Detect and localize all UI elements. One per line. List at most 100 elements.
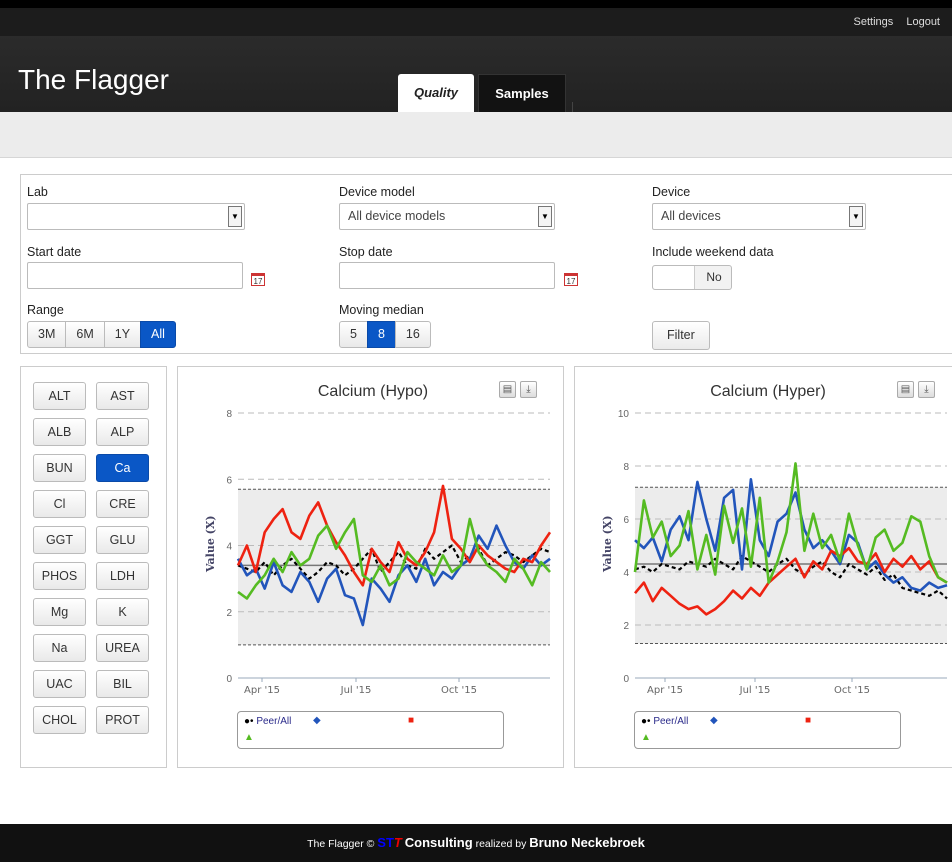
- filter-button[interactable]: Filter: [652, 321, 710, 350]
- download-icon[interactable]: ⤓: [520, 381, 537, 398]
- device-model-select[interactable]: All device models ▼: [339, 203, 555, 230]
- lab-select[interactable]: ▼: [27, 203, 245, 230]
- tab-quality[interactable]: Quality: [398, 74, 474, 112]
- analyte-button-ldh[interactable]: LDH: [96, 562, 149, 590]
- analyte-button-mg[interactable]: Mg: [33, 598, 86, 626]
- filter-panel: Lab ▼ Device model All device models ▼ D…: [20, 174, 952, 354]
- analyte-button-ca[interactable]: Ca: [96, 454, 149, 482]
- legend-series-red: ■: [408, 715, 415, 726]
- analyte-button-glu[interactable]: GLU: [96, 526, 149, 554]
- analyte-button-alp[interactable]: ALP: [96, 418, 149, 446]
- analyte-button-phos[interactable]: PHOS: [33, 562, 86, 590]
- analyte-button-bun[interactable]: BUN: [33, 454, 86, 482]
- device-select[interactable]: All devices ▼: [652, 203, 866, 230]
- analyte-button-cl[interactable]: Cl: [33, 490, 86, 518]
- y-tick-label: 4: [623, 568, 629, 579]
- y-tick-label: 6: [226, 475, 232, 486]
- print-icon[interactable]: ▤: [499, 381, 516, 398]
- footer-consulting: Consulting: [404, 835, 473, 850]
- start-date-input[interactable]: [27, 262, 243, 289]
- tab-samples[interactable]: Samples: [478, 74, 566, 112]
- device-model-select-value: All device models: [348, 209, 446, 223]
- y-tick-label: 8: [623, 462, 629, 473]
- y-axis-label: Value (X): [601, 515, 614, 572]
- footer-realized: realized by: [475, 838, 527, 850]
- analyte-list: ALT AST ALB ALP BUN Ca Cl CRE GGT GLU PHOS LDH Mg K Na…: [20, 366, 167, 768]
- analyte-button-alt[interactable]: ALT: [33, 382, 86, 410]
- legend-peer-label: Peer/All: [256, 716, 292, 727]
- chart-hypo: 0 2 4 6 8 Apr '15 Jul '15 Oct '15: [226, 409, 552, 696]
- median-16-button[interactable]: 16: [394, 321, 431, 348]
- x-tick-label: Apr '15: [647, 685, 683, 696]
- chart-panel-hyper: 0 2 4 6 8 10 Apr '15 Jul '15 Oct '15 Calcium (Hy…: [574, 366, 952, 768]
- range-all-button[interactable]: All: [140, 321, 176, 348]
- device-label: Device: [652, 185, 691, 199]
- x-tick-label: Jul '15: [739, 685, 771, 696]
- footer-prefix: The Flagger ©: [307, 838, 375, 850]
- chart-legend: ●• Peer/All ◆ ■ ▲: [237, 711, 504, 749]
- analyte-button-uac[interactable]: UAC: [33, 670, 86, 698]
- range-buttons: 3M 6M 1Y All: [27, 321, 176, 348]
- y-tick-label: 10: [618, 409, 630, 420]
- x-tick-label: Oct '15: [834, 685, 870, 696]
- header-divider: [572, 102, 942, 112]
- calendar-icon[interactable]: 17: [251, 273, 265, 286]
- chevron-down-icon: ▼: [228, 206, 242, 227]
- analyte-button-alb[interactable]: ALB: [33, 418, 86, 446]
- median-5-button[interactable]: 5: [339, 321, 368, 348]
- app-title: The Flagger: [18, 64, 169, 95]
- chart-title: Calcium (Hypo): [317, 383, 429, 400]
- download-icon[interactable]: ⤓: [918, 381, 935, 398]
- analyte-button-prot[interactable]: PROT: [96, 706, 149, 734]
- chevron-down-icon: ▼: [849, 206, 863, 227]
- analyte-button-k[interactable]: K: [96, 598, 149, 626]
- footer: The Flagger © STT Consulting realized by…: [0, 824, 952, 862]
- y-tick-label: 8: [226, 409, 232, 420]
- range-label: Range: [27, 303, 64, 317]
- y-tick-label: 4: [226, 542, 232, 553]
- legend-series-green: ▲: [244, 732, 254, 743]
- analyte-button-bil[interactable]: BIL: [96, 670, 149, 698]
- y-tick-label: 2: [623, 621, 629, 632]
- device-model-label: Device model: [339, 185, 415, 199]
- y-tick-label: 0: [226, 674, 232, 685]
- app-header: The Flagger Quality Samples: [0, 36, 952, 112]
- stt-logo-t: T: [393, 835, 402, 850]
- legend-peer: ●• Peer/All: [244, 716, 292, 727]
- analyte-button-ggt[interactable]: GGT: [33, 526, 86, 554]
- device-select-value: All devices: [661, 209, 721, 223]
- range-6m-button[interactable]: 6M: [65, 321, 105, 348]
- analyte-button-ast[interactable]: AST: [96, 382, 149, 410]
- x-tick-label: Jul '15: [340, 685, 372, 696]
- chart-title: Calcium (Hyper): [710, 383, 826, 400]
- chart-hyper: 0 2 4 6 8 10 Apr '15 Jul '15 Oct '15: [618, 409, 948, 696]
- toggle-knob: [653, 266, 695, 289]
- stop-date-input[interactable]: [339, 262, 555, 289]
- median-8-button[interactable]: 8: [366, 321, 396, 348]
- stop-date-label: Stop date: [339, 245, 393, 259]
- moving-median-label: Moving median: [339, 303, 424, 317]
- settings-link[interactable]: Settings: [854, 16, 894, 28]
- y-tick-label: 0: [623, 674, 629, 685]
- range-1y-button[interactable]: 1Y: [103, 321, 142, 348]
- analyte-button-na[interactable]: Na: [33, 634, 86, 662]
- analyte-button-urea[interactable]: UREA: [96, 634, 149, 662]
- start-date-label: Start date: [27, 245, 82, 259]
- top-links: Settings Logout: [844, 16, 940, 28]
- legend-peer: ●• Peer/All: [641, 716, 689, 727]
- legend-series-red: ■: [805, 715, 812, 726]
- calendar-icon[interactable]: 17: [564, 273, 578, 286]
- weekend-toggle-value: No: [706, 270, 722, 284]
- lab-label: Lab: [27, 185, 48, 199]
- x-tick-label: Apr '15: [244, 685, 280, 696]
- subheader-band: [0, 112, 952, 158]
- chart-legend: ●• Peer/All ◆ ■ ▲: [634, 711, 901, 749]
- weekend-toggle[interactable]: No: [652, 265, 732, 290]
- logout-link[interactable]: Logout: [906, 16, 940, 28]
- range-3m-button[interactable]: 3M: [27, 321, 67, 348]
- analyte-button-cre[interactable]: CRE: [96, 490, 149, 518]
- analyte-button-chol[interactable]: CHOL: [33, 706, 86, 734]
- chart-panel-hypo: 0 2 4 6 8 Apr '15 Jul '15 Oct '15 Calcium (Hypo…: [177, 366, 564, 768]
- legend-series-green: ▲: [641, 732, 651, 743]
- print-icon[interactable]: ▤: [897, 381, 914, 398]
